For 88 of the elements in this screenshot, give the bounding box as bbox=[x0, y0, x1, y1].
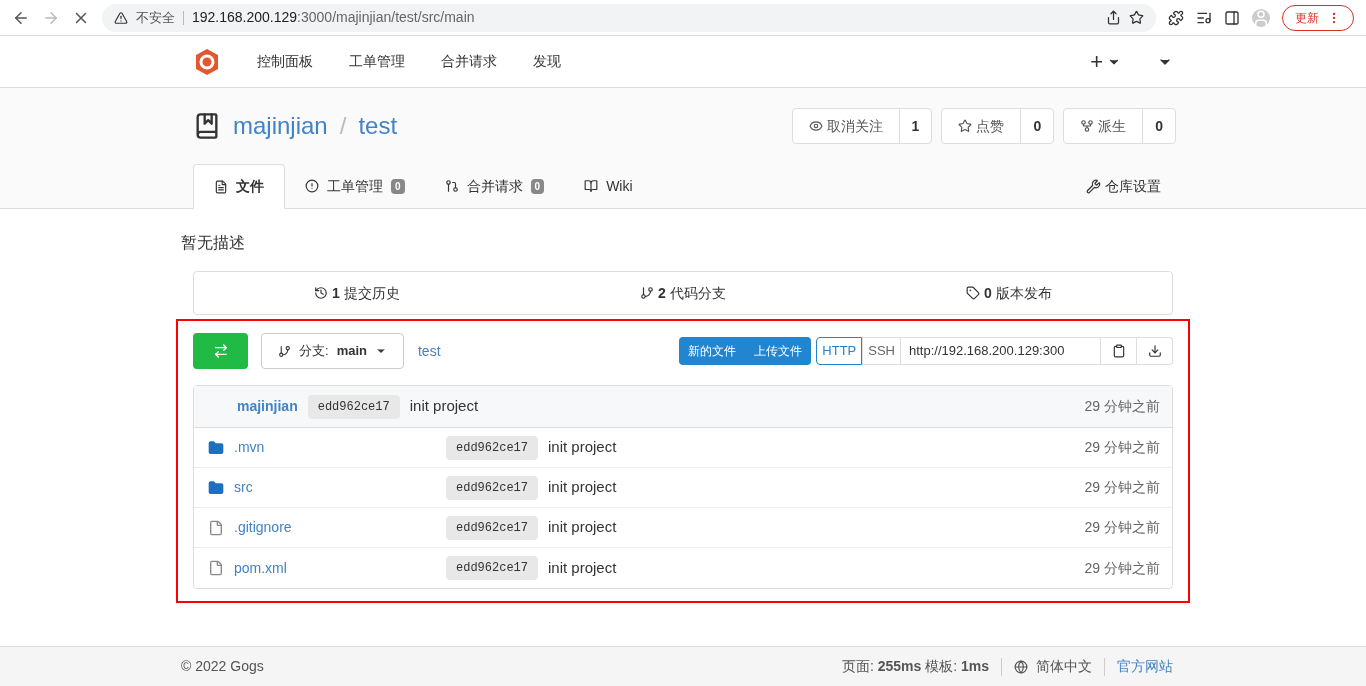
compare-icon bbox=[212, 343, 229, 359]
download-button[interactable] bbox=[1137, 337, 1173, 365]
side-panel-icon[interactable] bbox=[1224, 9, 1240, 26]
branch-dropdown[interactable]: 分支: main bbox=[261, 333, 404, 369]
settings-tab[interactable]: 仓库设置 bbox=[1086, 164, 1173, 208]
official-website-link[interactable]: 官方网站 bbox=[1117, 656, 1173, 677]
stat-link[interactable]: 2 代码分支 bbox=[520, 282, 846, 304]
history-icon bbox=[314, 286, 329, 300]
commit-sha-label[interactable]: edd962ce17 bbox=[446, 515, 538, 540]
branch-icon bbox=[640, 286, 655, 300]
file-name-link[interactable]: .mvn bbox=[234, 437, 446, 458]
star-icon bbox=[958, 119, 973, 133]
commit-time: 29 分钟之前 bbox=[1084, 558, 1160, 578]
stat-link[interactable]: 1 提交历史 bbox=[194, 282, 520, 304]
path-link[interactable]: test bbox=[417, 340, 441, 362]
stat-link[interactable]: 0 版本发布 bbox=[846, 282, 1172, 304]
branch-icon bbox=[278, 344, 291, 358]
action-count: 0 bbox=[1142, 109, 1175, 143]
commit-time: 29 分钟之前 bbox=[1084, 518, 1160, 537]
count-badge: 0 bbox=[530, 178, 545, 194]
file-name-link[interactable]: .gitignore bbox=[234, 517, 446, 538]
copy-button[interactable] bbox=[1101, 337, 1137, 365]
commit-message: init project bbox=[548, 477, 617, 498]
security-label: 不安全 bbox=[136, 8, 175, 27]
wrench-icon bbox=[1086, 178, 1101, 194]
nav-link[interactable]: 控制面板 bbox=[257, 51, 313, 72]
globe-icon bbox=[1014, 659, 1028, 674]
tag-icon bbox=[966, 286, 981, 300]
commit-message: init project bbox=[548, 437, 617, 458]
warning-icon bbox=[114, 10, 128, 25]
clone-url-field[interactable]: http://192.168.200.129:300 bbox=[901, 337, 1101, 365]
commit-time: 29 分钟之前 bbox=[1084, 438, 1160, 457]
file-icon bbox=[208, 519, 224, 536]
commit-message: init project bbox=[548, 557, 617, 578]
commit-message: init project bbox=[548, 517, 617, 538]
new-file-button[interactable]: 新的文件 bbox=[679, 337, 746, 365]
share-icon[interactable] bbox=[1106, 10, 1121, 25]
clipboard-icon bbox=[1111, 344, 1126, 358]
path-separator: / bbox=[339, 111, 347, 141]
file-icon bbox=[208, 560, 224, 576]
count-badge: 0 bbox=[391, 178, 405, 194]
bookmark-star-icon[interactable] bbox=[1129, 10, 1144, 25]
repo-tab[interactable]: 文件 bbox=[193, 164, 285, 209]
nav-link[interactable]: 工单管理 bbox=[349, 51, 405, 72]
upload-file-button[interactable]: 上传文件 bbox=[745, 337, 812, 365]
repo-name-link[interactable]: test bbox=[358, 108, 398, 144]
repo-tab[interactable]: 工单管理 0 bbox=[285, 164, 425, 208]
create-menu[interactable]: + bbox=[1090, 50, 1121, 73]
fork-icon bbox=[1080, 119, 1095, 133]
commit-sha-label[interactable]: edd962ce17 bbox=[307, 394, 400, 419]
protocol-button[interactable]: SSH bbox=[862, 337, 901, 365]
action-count: 1 bbox=[898, 109, 932, 143]
action-button[interactable]: 派生 bbox=[1064, 109, 1143, 143]
watch-icon bbox=[808, 119, 823, 133]
language-selector[interactable]: 简体中文 bbox=[1036, 656, 1092, 677]
commit-sha-label[interactable]: edd962ce17 bbox=[446, 556, 538, 580]
file-tab-icon bbox=[214, 179, 228, 194]
nav-link[interactable]: 合并请求 bbox=[441, 51, 497, 72]
repo-owner-link[interactable]: majinjian bbox=[233, 108, 328, 144]
protocol-button[interactable]: HTTP bbox=[816, 337, 863, 365]
action-count: 0 bbox=[1020, 109, 1054, 143]
copyright-text: © 2022 Gogs bbox=[181, 657, 264, 676]
commit-message: init project bbox=[409, 396, 479, 417]
action-button[interactable]: 取消关注 bbox=[792, 109, 899, 143]
commit-time: 29 分钟之前 bbox=[1084, 397, 1160, 416]
commit-time: 29 分钟之前 bbox=[1084, 478, 1160, 497]
file-name-link[interactable]: pom.xml bbox=[234, 557, 446, 579]
repo-tab[interactable]: Wiki bbox=[564, 164, 653, 208]
download-icon bbox=[1147, 344, 1162, 358]
extensions-icon[interactable] bbox=[1168, 9, 1184, 26]
commit-author-link[interactable]: majinjian bbox=[237, 396, 298, 417]
issue-tab-icon bbox=[305, 179, 319, 193]
logo-icon[interactable] bbox=[193, 47, 221, 76]
pr-tab-icon bbox=[444, 179, 459, 193]
repo-description: 暂无描述 bbox=[181, 233, 246, 253]
nav-link[interactable]: 发现 bbox=[533, 51, 561, 72]
address-bar[interactable]: 不安全 192.168.200.129:3000/majinjian/test/src/main bbox=[102, 3, 1156, 32]
commit-sha-label[interactable]: edd962ce17 bbox=[446, 435, 538, 460]
action-button[interactable]: 点赞 bbox=[942, 109, 1021, 143]
repo-tab[interactable]: 合并请求 0 bbox=[424, 164, 565, 208]
url-host: 192.168.200.129 bbox=[192, 8, 298, 27]
wiki-tab-icon bbox=[584, 179, 599, 193]
page-time-text: 页面: 255ms 模板: 1ms bbox=[841, 657, 989, 676]
folder-icon bbox=[208, 479, 224, 496]
file-name-link[interactable]: src bbox=[234, 477, 446, 498]
url-path: :3000/majinjian/test/src/main bbox=[297, 8, 475, 27]
commit-sha-label[interactable]: edd962ce17 bbox=[446, 475, 538, 500]
folder-icon bbox=[208, 439, 224, 456]
